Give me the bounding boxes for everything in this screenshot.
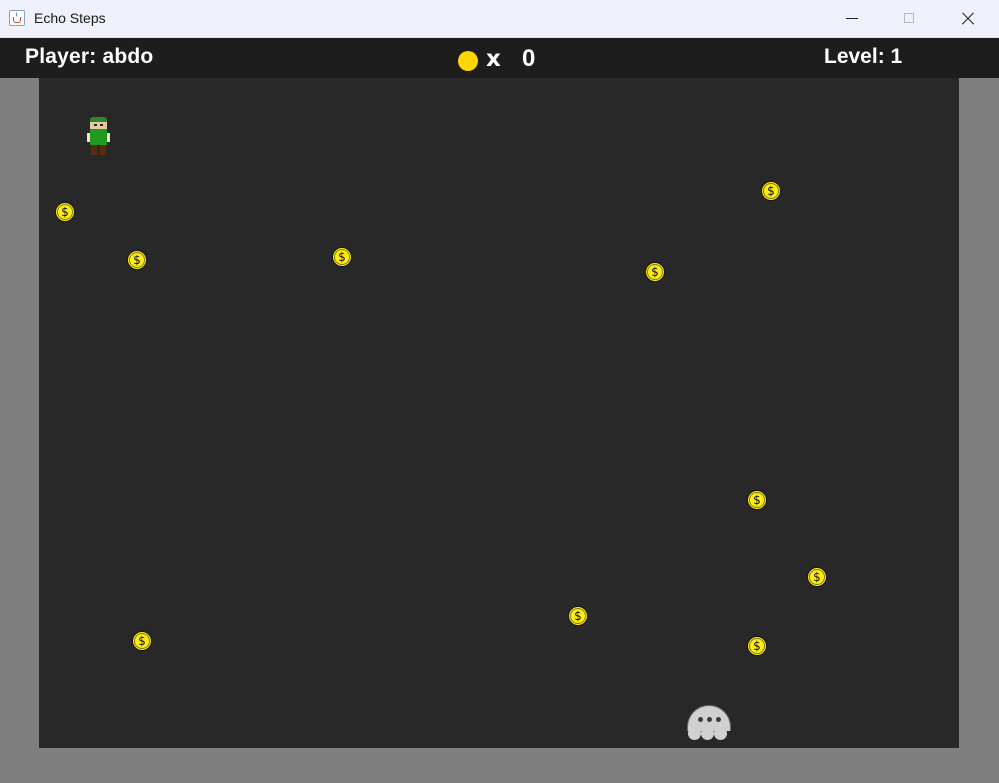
ghost-sprite xyxy=(686,705,732,741)
coin-multiplier: x xyxy=(486,46,501,72)
maximize-button[interactable] xyxy=(881,0,939,37)
window-title: Echo Steps xyxy=(34,10,106,26)
coin-pickup: $ xyxy=(127,250,147,270)
hud-bar: Player: abdo x 0 Level: 1 xyxy=(0,38,999,78)
coin-pickup: $ xyxy=(761,181,781,201)
coin-pickup: $ xyxy=(568,606,588,626)
coin-pickup: $ xyxy=(132,631,152,651)
player-name-label: Player: abdo xyxy=(25,45,154,68)
coin-pickup: $ xyxy=(807,567,827,587)
minimize-button[interactable] xyxy=(823,0,881,37)
coin-pickup: $ xyxy=(747,490,767,510)
close-button[interactable] xyxy=(939,0,997,37)
player-sprite xyxy=(85,116,113,162)
coin-pickup: $ xyxy=(645,262,665,282)
level-label: Level: 1 xyxy=(824,45,903,68)
coin-counter: 0 xyxy=(522,45,536,72)
coin-pickup: $ xyxy=(55,202,75,222)
coin-icon xyxy=(458,51,478,71)
game-board[interactable]: $ $ $ $ $ $ $ $ $ $ xyxy=(39,78,959,748)
coin-pickup: $ xyxy=(747,636,767,656)
title-bar: Echo Steps xyxy=(0,0,999,38)
coin-pickup: $ xyxy=(332,247,352,267)
app-java-icon xyxy=(9,10,25,26)
